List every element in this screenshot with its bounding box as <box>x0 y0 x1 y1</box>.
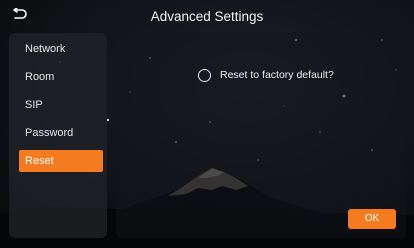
sidebar-item-room[interactable]: Room <box>19 66 103 88</box>
page-title: Advanced Settings <box>150 9 264 24</box>
sidebar-item-network[interactable]: Network <box>19 38 103 60</box>
sidebar-item-sip[interactable]: SIP <box>19 94 103 116</box>
sidebar-item-password[interactable]: Password <box>19 122 103 144</box>
header-bar: Advanced Settings <box>0 0 414 32</box>
sidebar-menu: Network Room SIP Password Reset <box>9 33 107 238</box>
radio-button[interactable] <box>198 68 211 82</box>
factory-reset-label: Reset to factory default? <box>220 69 334 81</box>
factory-reset-option[interactable]: Reset to factory default? <box>198 67 334 83</box>
content-panel: Reset to factory default? OK <box>116 33 406 238</box>
sidebar-item-reset[interactable]: Reset <box>19 150 103 172</box>
ok-button[interactable]: OK <box>348 209 396 229</box>
